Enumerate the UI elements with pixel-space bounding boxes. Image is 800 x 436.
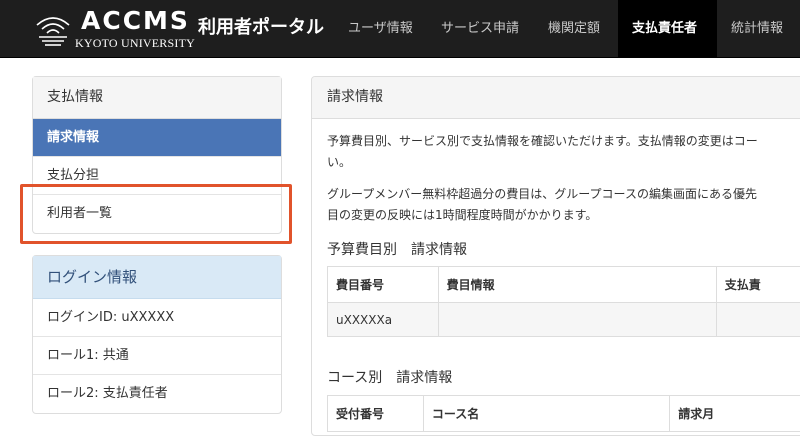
login-info-heading: ログイン情報 (33, 256, 281, 299)
accms-logo[interactable]: ACCMS KYOTO UNIVERSITY (33, 6, 183, 52)
table-header-row: 受付番号 コース名 請求月 (328, 396, 800, 432)
table-cell (716, 303, 800, 337)
note-line-1: グループメンバー無料枠超過分の費目は、グループコースの編集画面にある優先 (327, 184, 800, 205)
role1-row: ロール1: 共通 (33, 337, 281, 375)
accms-logo-icon (33, 8, 73, 48)
nav-institution-flat-rate[interactable]: 機関定額 (534, 0, 614, 57)
table-header-row: 費目番号 費目情報 支払責 (328, 267, 800, 303)
intro-line-1: 予算費目別、サービス別で支払情報を確認いただけます。支払情報の変更はコー (327, 131, 800, 152)
role2-row: ロール2: 支払責任者 (33, 375, 281, 413)
column-header: 支払責 (716, 267, 800, 303)
table-cell: uXXXXXa (328, 303, 439, 337)
login-info-panel: ログイン情報 ログインID: uXXXXX ロール1: 共通 ロール2: 支払責… (32, 255, 282, 414)
table-cell (438, 303, 716, 337)
portal-title[interactable]: 利用者ポータル (198, 13, 324, 43)
payment-info-heading: 支払情報 (33, 77, 281, 119)
billing-info-heading: 請求情報 (312, 77, 800, 119)
column-header: コース名 (423, 396, 669, 432)
budget-billing-table: 費目番号 費目情報 支払責 uXXXXXa (327, 266, 800, 337)
sidebar-item-billing-info[interactable]: 請求情報 (33, 119, 281, 157)
column-header: 受付番号 (328, 396, 424, 432)
course-section-title: コース別 請求情報 (327, 367, 452, 387)
nav-user-info[interactable]: ユーザ情報 (334, 0, 427, 57)
column-header: 費目情報 (438, 267, 716, 303)
nav-payment-manager[interactable]: 支払責任者 (618, 0, 717, 57)
payment-info-panel: 支払情報 請求情報 支払分担 利用者一覧 (32, 76, 282, 234)
sidebar-item-payment-split[interactable]: 支払分担 (33, 157, 281, 195)
sidebar-item-user-list[interactable]: 利用者一覧 (33, 195, 281, 233)
column-header: 請求月 (670, 396, 800, 432)
budget-section-title: 予算費目別 請求情報 (327, 239, 467, 259)
billing-info-panel: 請求情報 予算費目別、サービス別で支払情報を確認いただけます。支払情報の変更はコ… (311, 76, 800, 436)
intro-paragraph: 予算費目別、サービス別で支払情報を確認いただけます。支払情報の変更はコー い。 (327, 131, 800, 173)
nav-statistics[interactable]: 統計情報 (717, 0, 797, 57)
nav-service-application[interactable]: サービス申請 (427, 0, 533, 57)
intro-line-2: い。 (327, 152, 800, 173)
top-navbar: ACCMS KYOTO UNIVERSITY 利用者ポータル ユーザ情報 サービ… (0, 0, 800, 58)
login-id-row: ログインID: uXXXXX (33, 299, 281, 337)
logo-wordmark: ACCMS (81, 7, 190, 35)
course-billing-table: 受付番号 コース名 請求月 (327, 395, 800, 432)
logo-subtitle: KYOTO UNIVERSITY (75, 37, 195, 50)
table-row: uXXXXXa (328, 303, 800, 337)
column-header: 費目番号 (328, 267, 439, 303)
note-paragraph: グループメンバー無料枠超過分の費目は、グループコースの編集画面にある優先 目の変… (327, 184, 800, 226)
note-line-2: 目の変更の反映には1時間程度時間がかかります。 (327, 205, 800, 226)
